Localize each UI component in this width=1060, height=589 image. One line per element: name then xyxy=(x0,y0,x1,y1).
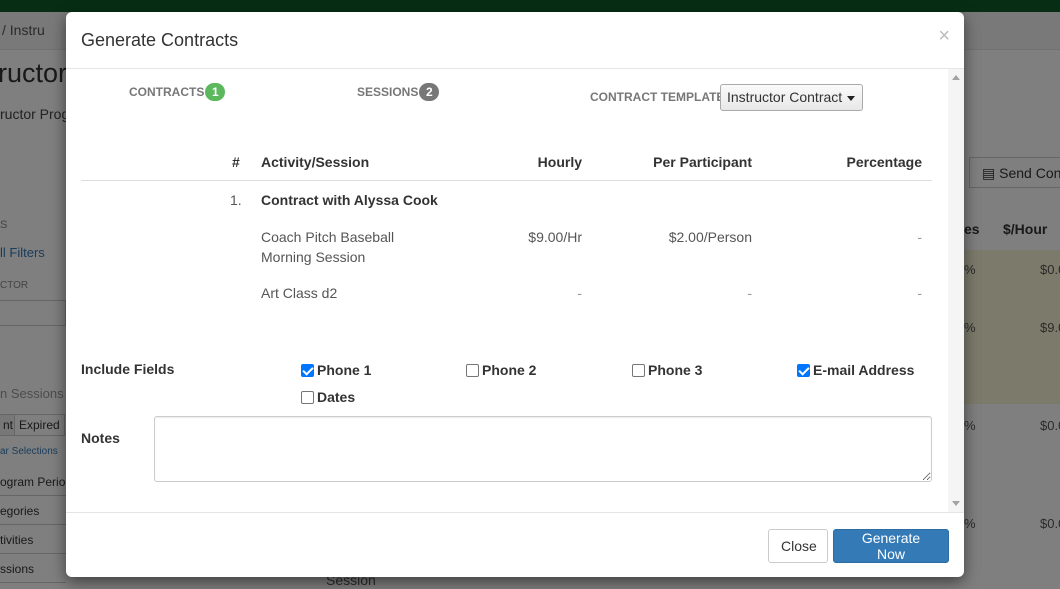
header-per-participant: Per Participant xyxy=(653,154,752,170)
field-phone-1-checkbox[interactable]: Phone 1 xyxy=(301,362,371,378)
session-activity-line1: Coach Pitch Baseball xyxy=(261,229,395,245)
contract-template-value: Instructor Contract xyxy=(727,89,843,105)
session-activity-line2: Morning Session xyxy=(261,249,366,265)
table-header-divider xyxy=(81,180,932,181)
field-phone-3-label: Phone 3 xyxy=(648,362,703,378)
notes-textarea[interactable] xyxy=(154,416,932,482)
contract-name: Contract with Alyssa Cook xyxy=(261,192,438,208)
include-fields-label: Include Fields xyxy=(81,361,175,377)
checkbox-phone-3[interactable] xyxy=(632,363,645,377)
checkbox-dates[interactable] xyxy=(301,390,314,404)
contracts-stat: CONTRACTS 1 xyxy=(129,83,226,101)
caret-down-icon xyxy=(847,96,855,101)
generate-contracts-modal: Generate Contracts × CONTRACTS 1 SESSION… xyxy=(66,12,964,577)
field-phone-1-label: Phone 1 xyxy=(317,362,372,378)
contracts-count-badge: 1 xyxy=(205,83,226,101)
session-percentage: - xyxy=(917,285,922,301)
field-dates-checkbox[interactable]: Dates xyxy=(301,389,355,405)
scroll-down-icon[interactable] xyxy=(952,501,960,506)
header-number: # xyxy=(232,154,240,170)
header-activity-session: Activity/Session xyxy=(261,154,370,170)
close-button[interactable]: Close xyxy=(768,529,828,563)
field-phone-2-label: Phone 2 xyxy=(482,362,537,378)
field-email-checkbox[interactable]: E-mail Address xyxy=(797,362,914,378)
notes-label: Notes xyxy=(81,430,120,446)
header-percentage: Percentage xyxy=(846,154,922,170)
checkbox-phone-2[interactable] xyxy=(466,363,479,377)
header-hourly: Hourly xyxy=(537,154,582,170)
modal-scrollbar[interactable] xyxy=(948,69,964,512)
close-icon[interactable]: × xyxy=(938,26,950,46)
contract-template-select[interactable]: Instructor Contract xyxy=(720,84,863,111)
field-phone-2-checkbox[interactable]: Phone 2 xyxy=(466,362,536,378)
sessions-label: SESSIONS xyxy=(357,85,419,99)
modal-body: CONTRACTS 1 SESSIONS 2 CONTRACT TEMPLATE… xyxy=(66,69,964,512)
checkbox-phone-1[interactable] xyxy=(301,363,314,377)
session-per-participant: - xyxy=(747,285,752,301)
modal-title: Generate Contracts xyxy=(81,30,239,50)
contracts-label: CONTRACTS xyxy=(129,85,205,99)
field-phone-3-checkbox[interactable]: Phone 3 xyxy=(632,362,702,378)
session-per-participant: $2.00/Person xyxy=(668,229,752,245)
modal-header: Generate Contracts × xyxy=(66,12,964,69)
generate-now-button[interactable]: Generate Now xyxy=(833,529,949,563)
scroll-up-icon[interactable] xyxy=(952,75,960,80)
modal-footer: Close Generate Now xyxy=(66,512,964,577)
contract-template-label: CONTRACT TEMPLATE xyxy=(590,90,725,104)
session-hourly: - xyxy=(577,285,582,301)
field-dates-label: Dates xyxy=(317,389,356,405)
session-activity-line1: Art Class d2 xyxy=(261,285,338,301)
contract-number: 1. xyxy=(230,192,242,208)
session-percentage: - xyxy=(917,229,922,245)
field-email-label: E-mail Address xyxy=(813,362,915,378)
sessions-count-badge: 2 xyxy=(419,83,440,101)
checkbox-email[interactable] xyxy=(797,363,810,377)
sessions-stat: SESSIONS 2 xyxy=(357,83,440,101)
session-hourly: $9.00/Hr xyxy=(528,229,582,245)
